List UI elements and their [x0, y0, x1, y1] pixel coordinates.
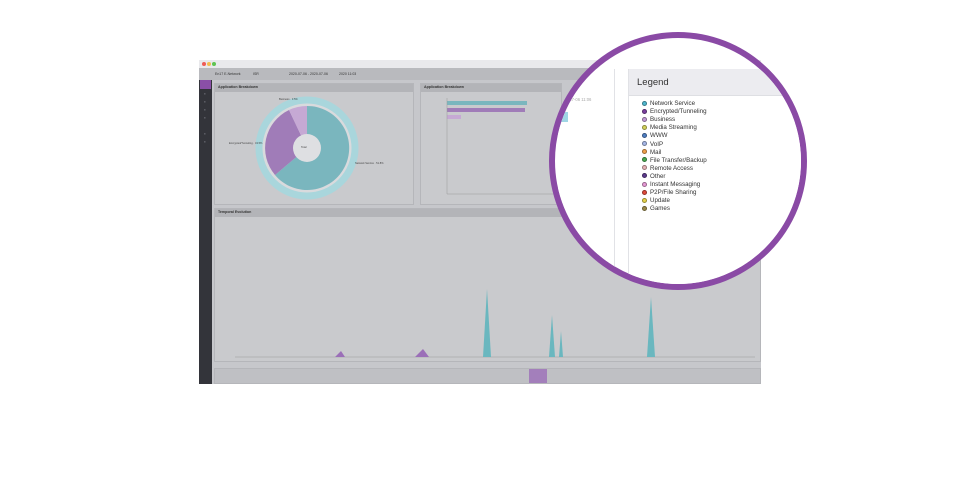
legend-item[interactable]: Update — [642, 197, 670, 205]
legend-item[interactable]: Remote Access — [642, 165, 693, 173]
legend-swatch-icon — [642, 116, 647, 122]
legend-item-label: File Transfer/Backup — [650, 156, 707, 164]
legend-item[interactable]: Instant Messaging — [642, 181, 700, 189]
legend-item[interactable]: Business — [642, 116, 675, 124]
dashboard-icon[interactable]: ▪ — [202, 92, 208, 96]
legend-swatch-icon — [642, 157, 647, 163]
legend-item-label: Remote Access — [650, 164, 693, 172]
bars-panel: Application Breakdown — [420, 83, 562, 205]
legend-swatch-icon — [642, 181, 647, 187]
legend-item-label: Update — [650, 197, 670, 205]
legend-swatch-icon — [642, 141, 647, 146]
bar-chart — [446, 98, 556, 195]
spike-3 — [559, 331, 563, 357]
legend-item[interactable]: Mail — [642, 149, 661, 157]
chart-panel-fragment — [558, 69, 615, 284]
legend-item[interactable]: Encrypted/Tunneling — [642, 108, 707, 116]
legend-item-label: Instant Messaging — [650, 181, 701, 188]
legend-item[interactable]: VoIP — [642, 141, 663, 149]
alerts-icon[interactable]: ▪ — [202, 100, 208, 104]
flows-icon[interactable]: ▪ — [202, 116, 208, 120]
donut-hole — [293, 134, 321, 162]
series-encrypted-area — [235, 349, 755, 357]
bar-encrypted-tunneling[interactable] — [447, 108, 525, 112]
marketing-screenshot: En17 E-Network ISR 2020-07-06 - 2020-07-… — [0, 0, 960, 480]
bar-business[interactable] — [447, 115, 461, 119]
logo-icon — [200, 80, 211, 89]
maximize-window-button[interactable] — [212, 62, 216, 66]
legend-item-label: WWW — [650, 132, 668, 140]
interface-selector[interactable]: En17 E-Network — [215, 70, 240, 78]
spike-4 — [647, 297, 655, 357]
legend-item-label: Other — [650, 172, 666, 180]
legend-swatch-icon — [642, 205, 647, 211]
range-navigator[interactable] — [214, 368, 761, 384]
legend-swatch-icon — [642, 100, 647, 106]
legend-item[interactable]: P2P/File Sharing — [642, 189, 696, 197]
legend-swatch-icon — [642, 108, 647, 114]
legend-swatch-icon — [642, 197, 647, 203]
legend-swatch-icon — [642, 189, 647, 195]
spike-2 — [549, 315, 555, 357]
legend-item[interactable]: WWW — [642, 132, 668, 140]
legend-item[interactable]: File Transfer/Backup — [642, 157, 707, 165]
legend-swatch-icon — [642, 124, 647, 130]
sidebar: ▪ ▪ ▪ ▪ ▪ ▪ — [199, 80, 212, 384]
hosts-icon[interactable]: ▪ — [202, 108, 208, 112]
mode-selector[interactable]: ISR — [253, 70, 259, 78]
legend-swatch-icon — [642, 149, 647, 155]
range-selection-handle[interactable] — [529, 369, 547, 383]
donut-center-label: Total — [301, 146, 307, 149]
legend-swatch-icon — [642, 173, 647, 179]
legend-swatch-icon — [642, 165, 647, 171]
legend-magnifier: ~ 2020-07-06 11:06 Legend Network Servic… — [549, 32, 807, 290]
legend-item-label: Mail — [650, 148, 662, 156]
legend-item-label: P2P/File Sharing — [650, 189, 697, 197]
help-icon[interactable]: ▪ — [202, 140, 208, 144]
bar-network-service[interactable] — [447, 101, 527, 105]
donut-label-left: Encrypted/Tunneling · 43.5% — [229, 142, 263, 145]
timestamp-label: ~ 2020-07-06 11:06 — [555, 97, 592, 102]
time-picker[interactable]: 2020 11:03 — [339, 70, 356, 78]
legend-item-label: Games — [650, 205, 670, 213]
legend-item-label: VoIP — [650, 140, 664, 148]
donut-label-right: Network Service · 51.8% — [355, 162, 384, 165]
settings-icon[interactable]: ▪ — [202, 132, 208, 136]
date-range-picker[interactable]: 2020-07-06 - 2020-07-06 — [289, 70, 328, 78]
legend-swatch-icon — [642, 132, 647, 138]
legend-item[interactable]: Media Streaming — [642, 124, 697, 132]
legend-item[interactable]: Other — [642, 173, 665, 181]
legend-item-label: Network Service — [650, 100, 696, 107]
legend-title: Legend — [637, 77, 669, 88]
legend-item-label: Media Streaming — [650, 124, 697, 132]
legend-item-label: Encrypted/Tunneling — [650, 108, 707, 116]
bar-fragment — [555, 112, 568, 122]
donut-panel: Application Breakdown Total Encrypted/Tu… — [214, 83, 414, 205]
legend-item-label: Business — [650, 116, 676, 124]
close-window-button[interactable] — [202, 62, 206, 66]
spike-1 — [483, 289, 491, 357]
legend-item[interactable]: Games — [642, 205, 670, 213]
legend-item[interactable]: Network Service — [642, 100, 695, 108]
legend-panel: Legend Network Service Encrypted/Tunnelin… — [628, 69, 801, 284]
minimize-window-button[interactable] — [207, 62, 211, 66]
donut-label-top: Business · 3.5% — [279, 98, 298, 101]
legend-header: Legend — [629, 69, 801, 96]
magnifier-content: ~ 2020-07-06 11:06 Legend Network Servic… — [555, 38, 801, 284]
